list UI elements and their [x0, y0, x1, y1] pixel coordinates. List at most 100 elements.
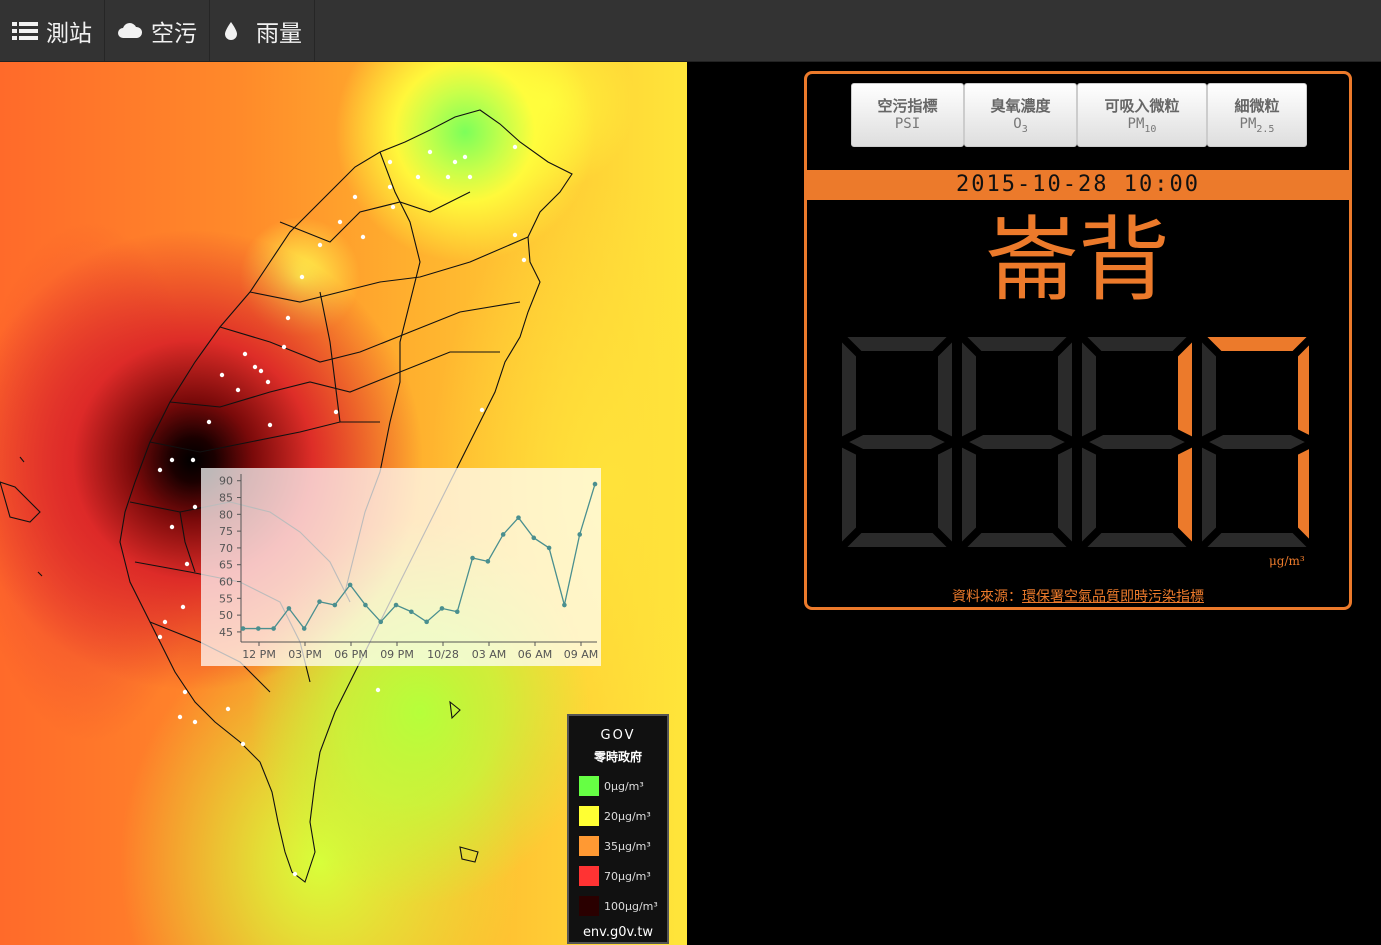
- digit-segment: [964, 433, 1070, 451]
- data-point: [393, 602, 399, 608]
- legend-swatch: [579, 836, 599, 856]
- pollution-heatmap[interactable]: 45 50 55 60 65 70 75 80 85 90 12 PM 03 PM 06 PM 09 PM…: [0, 62, 687, 945]
- data-point: [240, 626, 246, 631]
- data-point: [317, 599, 322, 604]
- data-point: [546, 545, 552, 551]
- source-link[interactable]: 環保署空氣品質即時污染指標: [1022, 589, 1204, 605]
- y-tick-label: 50: [219, 609, 233, 622]
- tab-o3[interactable]: 臭氧濃度 O3: [964, 83, 1077, 147]
- digit-segment: [1082, 531, 1192, 549]
- tab-pm10[interactable]: 可吸入微粒 PM10: [1077, 83, 1207, 147]
- tab-code: PSI: [894, 116, 921, 133]
- data-point: [378, 619, 384, 625]
- series-line: [243, 483, 596, 630]
- data-point: [286, 606, 292, 611]
- digit-segment: [1176, 337, 1194, 440]
- nav-item-rainfall[interactable]: 雨量: [210, 0, 315, 61]
- legend-item: 35μg/m³: [579, 836, 651, 856]
- nav-label-air-pollution: 空污: [151, 20, 197, 47]
- concentration-legend: GOV 零時政府 0μg/m³ 20μg/m³ 35μg/m³ 70μg/m³ …: [567, 714, 669, 944]
- data-point: [592, 481, 598, 487]
- digit-segment: [1296, 342, 1309, 438]
- digit-cell: [1080, 336, 1194, 549]
- digit-segment: [1080, 444, 1098, 547]
- legend-swatch: [579, 896, 599, 916]
- y-tick-label: 60: [219, 576, 233, 589]
- digit-segment: [960, 337, 978, 440]
- data-point: [531, 535, 537, 541]
- legend-swatch: [579, 866, 599, 886]
- tab-title: 細微粒: [1234, 97, 1280, 116]
- legend-label: 35μg/m³: [604, 839, 651, 853]
- x-tick-label: 09 PM: [380, 648, 414, 661]
- g0v-logo: GOV: [600, 728, 636, 743]
- value-unit: μg/m³: [1269, 554, 1305, 568]
- y-tick-label: 75: [219, 525, 233, 538]
- data-point: [347, 582, 353, 588]
- digit-segment: [936, 337, 954, 440]
- nav-label-rainfall: 雨量: [256, 20, 302, 47]
- x-tick-label: 09 AM: [564, 648, 599, 661]
- legend-swatch: [579, 776, 599, 796]
- digit-segment: [1200, 444, 1218, 547]
- reading-datetime: 2015-10-28 10:00: [807, 170, 1349, 200]
- chart-canvas: 45 50 55 60 65 70 75 80 85 90 12 PM 03 PM 06 PM 09 PM…: [219, 474, 599, 661]
- x-tick-label: 03 AM: [472, 648, 507, 661]
- data-point: [562, 602, 567, 608]
- data-point: [332, 602, 338, 608]
- digit-segment: [1056, 444, 1074, 547]
- top-navbar: 測站 空污 雨量: [0, 0, 1381, 62]
- tab-pm25[interactable]: 細微粒 PM2.5: [1207, 83, 1307, 147]
- data-point: [301, 626, 307, 631]
- y-tick-label: 65: [219, 559, 233, 572]
- y-tick-label: 80: [219, 508, 233, 521]
- digit-segment: [963, 336, 1071, 353]
- seven-segment-display: [840, 336, 1309, 549]
- tab-psi[interactable]: 空污指標 PSI: [851, 83, 964, 147]
- digit-segment: [1083, 336, 1191, 353]
- digit-segment: [843, 336, 951, 353]
- digit-segment: [1296, 446, 1309, 542]
- digit-segment: [1202, 531, 1309, 549]
- digit-segment: [960, 444, 978, 547]
- data-point: [271, 626, 276, 631]
- data-point: [516, 515, 521, 520]
- nav-item-air-pollution[interactable]: 空污: [105, 0, 210, 61]
- digit-cell: [1200, 336, 1309, 549]
- g0v-logo-subtitle: 零時政府: [593, 750, 642, 764]
- data-point: [500, 532, 506, 537]
- digit-segment: [1084, 433, 1190, 451]
- digit-segment: [936, 444, 954, 547]
- digit-segment: [1080, 337, 1098, 440]
- legend-label: 20μg/m³: [604, 809, 651, 823]
- legend-label: 0μg/m³: [604, 779, 644, 793]
- legend-label: 70μg/m³: [604, 869, 651, 883]
- tab-title: 空污指標: [877, 97, 938, 116]
- y-tick-label: 45: [219, 626, 233, 639]
- legend-footer-link[interactable]: env.g0v.tw: [569, 925, 667, 940]
- legend-item: 70μg/m³: [579, 866, 651, 886]
- pm-trend-chart: 45 50 55 60 65 70 75 80 85 90 12 PM 03 PM 06 PM 09 PM…: [201, 468, 601, 666]
- y-tick-label: 85: [219, 492, 233, 505]
- digit-segment: [842, 531, 952, 549]
- digit-segment: [1204, 433, 1309, 451]
- x-tick-label: 10/28: [427, 648, 459, 661]
- digit-segment: [1176, 444, 1194, 547]
- source-prefix: 資料來源：: [952, 589, 1022, 605]
- data-point: [439, 606, 445, 611]
- legend-swatch: [579, 806, 599, 826]
- data-point: [470, 555, 475, 561]
- legend-label: 100μg/m³: [604, 899, 658, 913]
- droplet-icon: [225, 21, 237, 40]
- nav-item-stations[interactable]: 測站: [0, 0, 105, 61]
- data-point: [454, 609, 460, 615]
- tab-code: PM2.5: [1239, 116, 1275, 135]
- digit-segment: [962, 531, 1072, 549]
- digit-segment: [1203, 336, 1309, 353]
- y-tick-label: 55: [219, 592, 233, 605]
- station-name: 崙背: [985, 207, 1170, 314]
- list-icon: [12, 21, 38, 40]
- digit-segment: [840, 337, 858, 440]
- tab-code: PM10: [1127, 116, 1157, 135]
- tab-code: O3: [1013, 116, 1028, 135]
